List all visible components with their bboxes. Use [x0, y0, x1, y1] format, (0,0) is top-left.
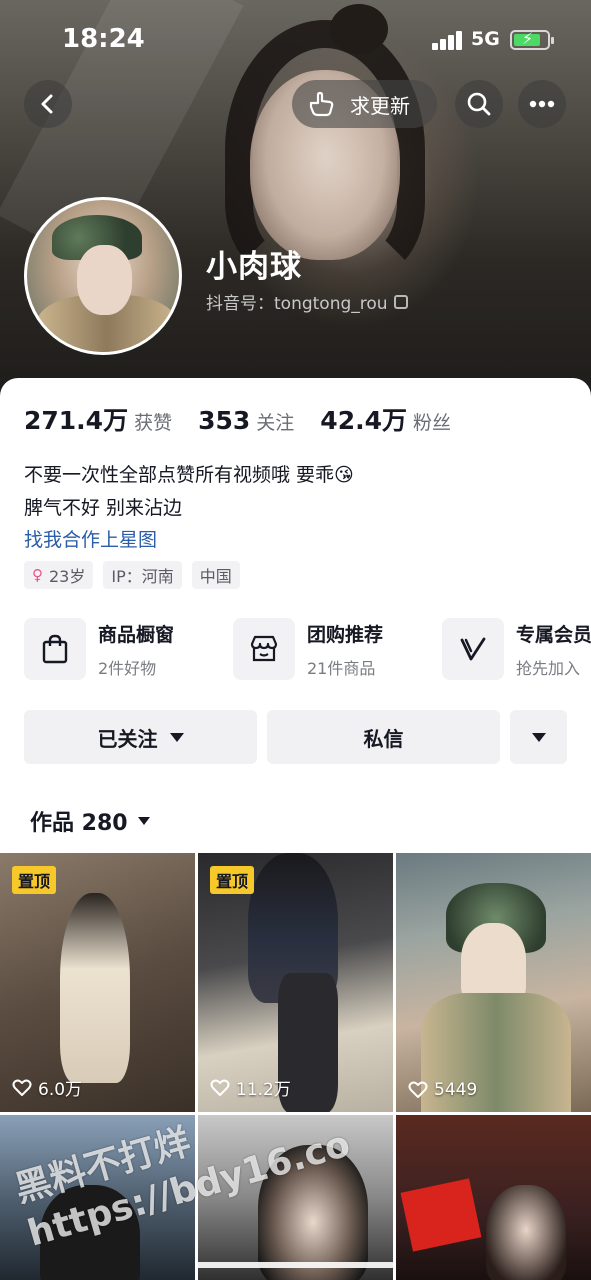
followed-button[interactable]: 已关注 [24, 710, 257, 764]
douyin-id[interactable]: 抖音号：tongtong_rou [206, 289, 408, 314]
shop-subtitle: 21件商品 [307, 658, 376, 678]
shop-title: 专属会员 [516, 623, 591, 646]
message-label: 私信 [363, 726, 404, 751]
stat-value: 353 [198, 406, 251, 435]
shopping-bag-icon [24, 618, 86, 680]
followed-label: 已关注 [97, 726, 158, 751]
shop-window-entry[interactable]: 商品橱窗 2件好物 [24, 618, 174, 680]
tag-ip: IP：河南 [103, 561, 182, 589]
caret-down-icon [169, 732, 184, 742]
tag-label: 中国 [199, 567, 232, 586]
video-tile[interactable] [396, 1115, 591, 1280]
tag-age: ♀ 23岁 [24, 561, 94, 589]
home-indicator[interactable] [195, 1262, 395, 1268]
network-type: 5G [471, 28, 500, 50]
search-button[interactable] [455, 80, 503, 128]
profile-actions: 已关注 私信 [24, 710, 567, 764]
more-button[interactable] [518, 80, 566, 128]
chevron-left-icon [41, 94, 53, 114]
status-bar: 18:24 5G ⚡ [0, 0, 591, 80]
stat-label: 关注 [256, 412, 295, 434]
caret-down-icon [531, 732, 546, 742]
caret-down-icon [137, 817, 150, 825]
works-label: 作品 280 [30, 811, 128, 836]
store-icon [233, 618, 295, 680]
video-likes: 5449 [408, 1080, 477, 1100]
stat-likes[interactable]: 271.4万 获赞 [24, 401, 172, 437]
works-tab[interactable]: 作品 280 [30, 805, 150, 837]
search-icon [467, 92, 491, 116]
group-buy-entry[interactable]: 团购推荐 21件商品 [233, 618, 383, 680]
bio-line: 不要一次性全部点赞所有视频哦 要乖😘 [24, 464, 354, 486]
stat-label: 获赞 [134, 412, 173, 434]
video-likes: 6.0万 [12, 1075, 82, 1100]
shop-entries: 商品橱窗 2件好物 团购推荐 21件商品 专属会员 抢先加入 [24, 618, 591, 682]
expand-button[interactable] [510, 710, 567, 764]
status-time: 18:24 [62, 24, 145, 54]
video-tile[interactable]: 置顶 11.2万 [198, 853, 393, 1112]
stat-label: 粉丝 [412, 412, 451, 434]
bio: 不要一次性全部点赞所有视频哦 要乖😘 脾气不好 别来沾边 [24, 459, 354, 525]
tag-country: 中国 [191, 561, 240, 589]
heart-icon [12, 1079, 32, 1096]
back-button[interactable] [24, 80, 72, 128]
pinned-badge: 置顶 [210, 866, 255, 894]
stat-value: 42.4万 [320, 406, 407, 435]
pinned-badge: 置顶 [12, 866, 57, 894]
heart-icon [408, 1081, 428, 1098]
stat-following[interactable]: 353 关注 [198, 406, 294, 435]
battery-icon: ⚡ [510, 29, 554, 50]
star-map-link[interactable]: 找我合作上星图 [24, 525, 157, 552]
shop-subtitle: 2件好物 [98, 658, 157, 678]
profile-tags: ♀ 23岁 IP：河南 中国 [24, 561, 250, 589]
stat-followers[interactable]: 42.4万 粉丝 [320, 401, 451, 437]
stat-value: 271.4万 [24, 406, 129, 435]
heart-icon [210, 1079, 230, 1096]
more-dots-icon [529, 100, 555, 108]
signal-icon [432, 30, 464, 50]
profile-stats: 271.4万 获赞 353 关注 42.4万 粉丝 [24, 401, 477, 437]
douyin-id-text: 抖音号：tongtong_rou [206, 294, 388, 314]
shop-title: 团购推荐 [307, 623, 384, 646]
shop-title: 商品橱窗 [98, 623, 175, 646]
request-update-button[interactable]: 求更新 [292, 80, 437, 128]
membership-entry[interactable]: 专属会员 抢先加入 [442, 618, 591, 680]
likes-count: 6.0万 [38, 1080, 83, 1100]
likes-count: 5449 [434, 1080, 478, 1100]
avatar[interactable] [24, 197, 182, 355]
pointing-hand-icon [309, 91, 334, 117]
video-tile[interactable]: 置顶 6.0万 [0, 853, 195, 1112]
video-tile[interactable]: 5449 [396, 853, 591, 1112]
message-button[interactable]: 私信 [267, 710, 500, 764]
tag-label: 23岁 [49, 567, 86, 586]
profile-name: 小肉球 [206, 249, 302, 285]
female-icon: ♀ [32, 566, 43, 584]
tag-label: IP：河南 [111, 567, 174, 586]
request-update-label: 求更新 [350, 93, 410, 118]
vip-v-icon [442, 618, 504, 680]
copy-icon[interactable] [393, 294, 408, 309]
shop-subtitle: 抢先加入 [516, 658, 581, 678]
bio-line: 脾气不好 别来沾边 [24, 497, 183, 519]
